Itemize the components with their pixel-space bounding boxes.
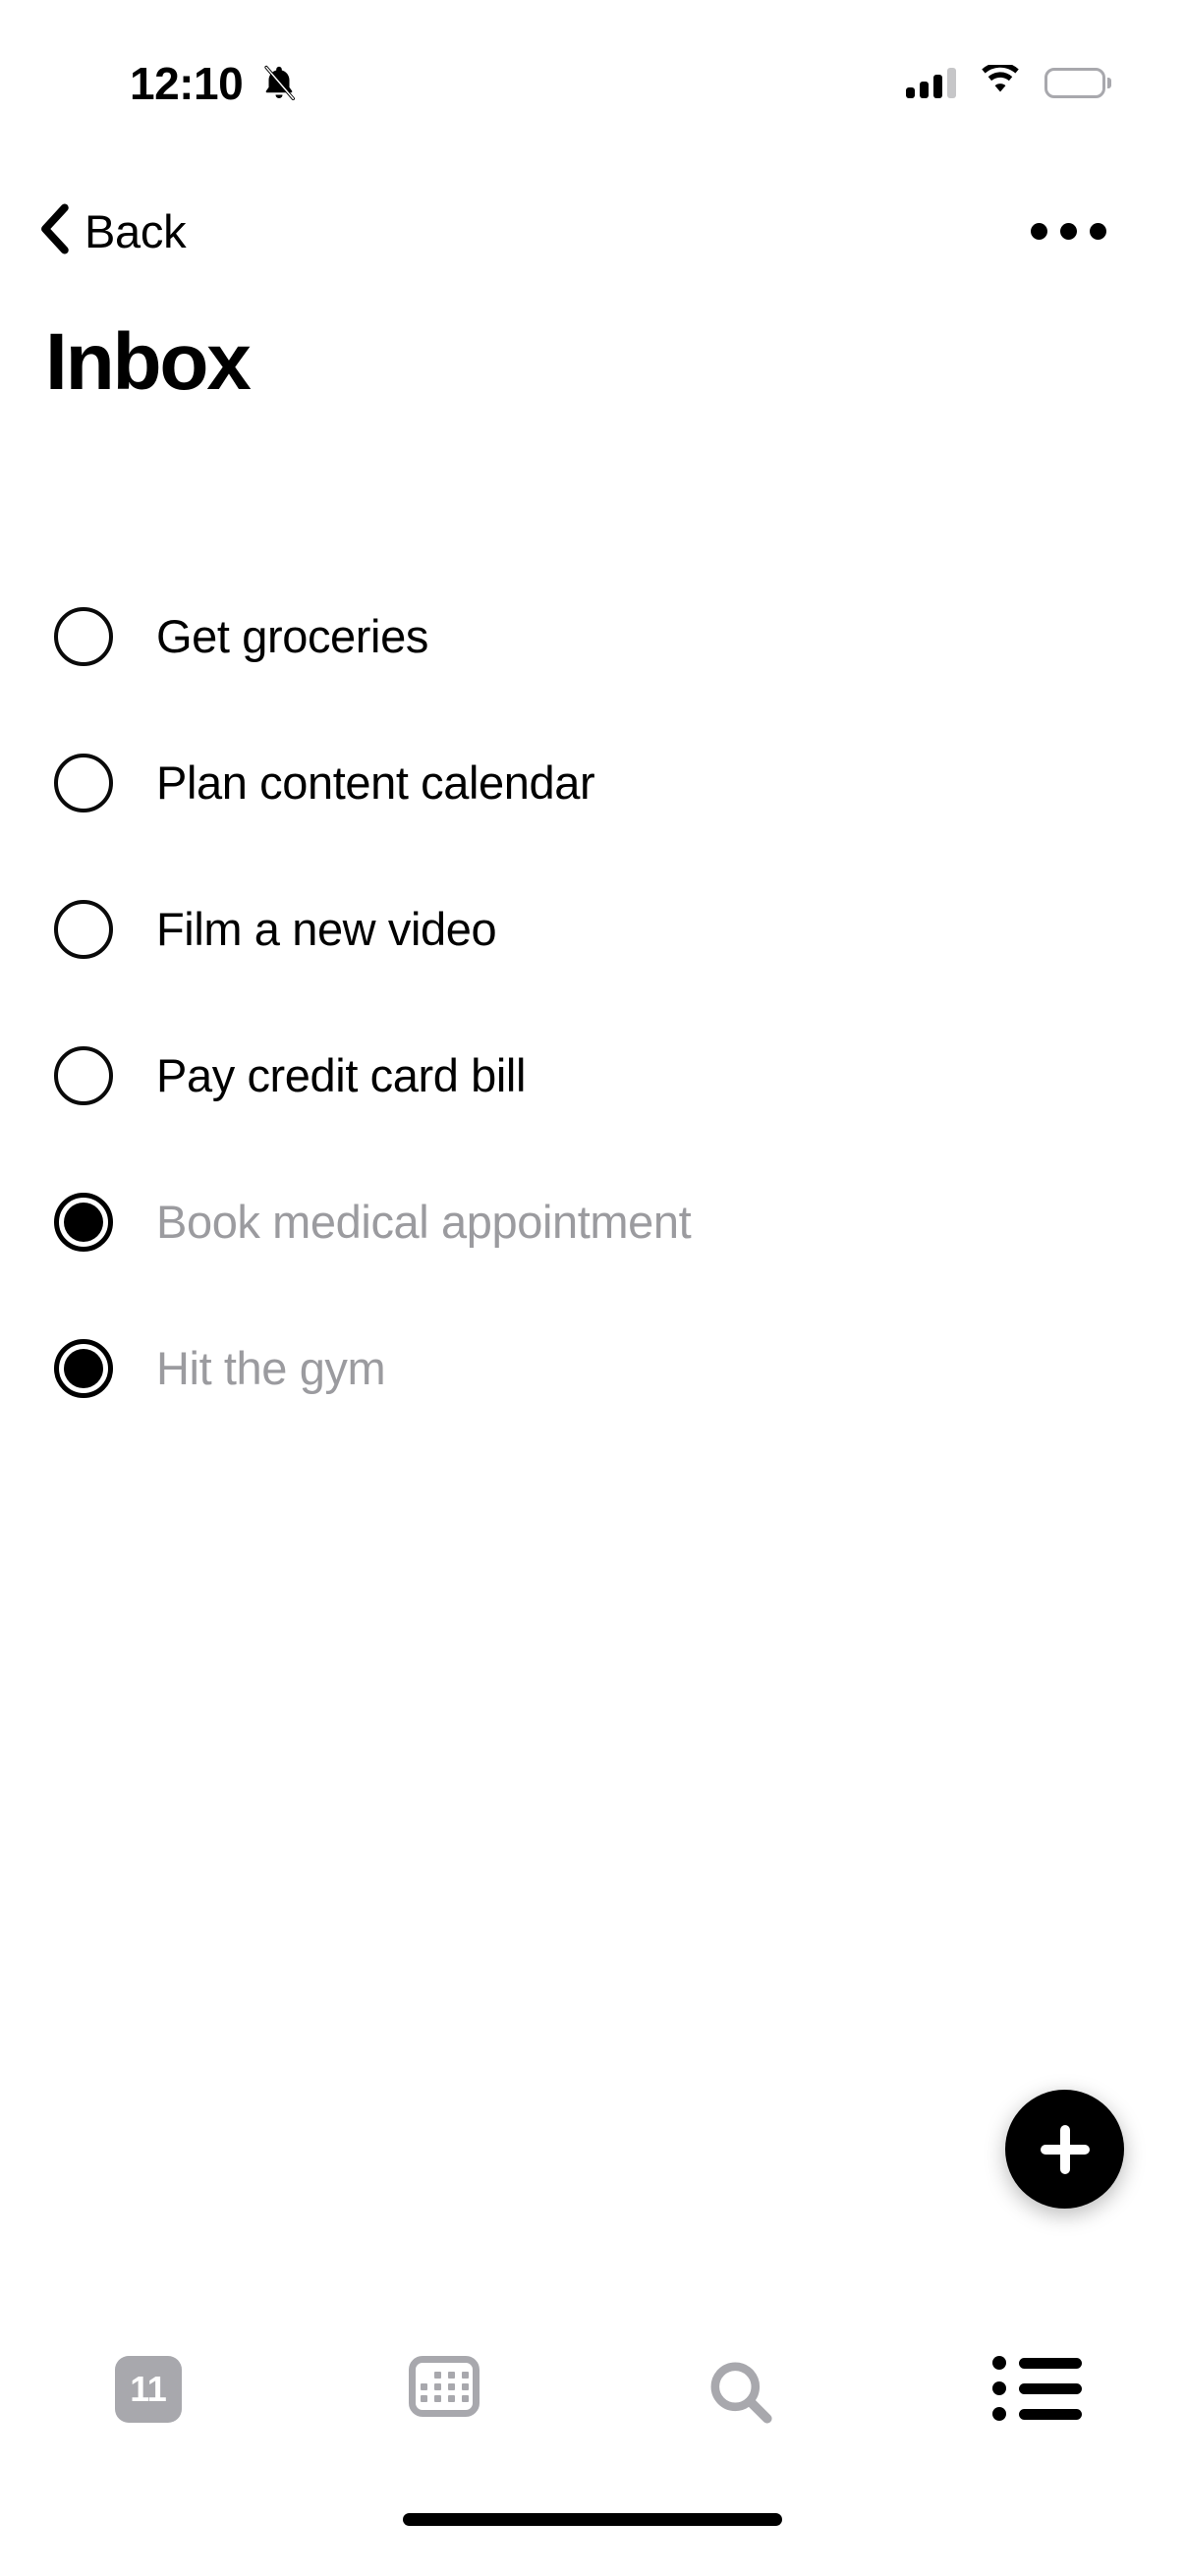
task-row[interactable]: Plan content calendar bbox=[0, 709, 1185, 856]
tab-today-date: 11 bbox=[130, 2369, 167, 2409]
task-checkbox[interactable] bbox=[54, 1338, 113, 1398]
add-task-button[interactable] bbox=[1005, 2090, 1124, 2209]
bell-slash-icon bbox=[258, 63, 300, 104]
status-bar-left: 12:10 bbox=[130, 61, 300, 106]
ellipsis-icon-dot bbox=[1060, 222, 1077, 240]
task-row[interactable]: Pay credit card bill bbox=[0, 1002, 1185, 1148]
cellular-signal-icon bbox=[906, 67, 956, 98]
task-label: Plan content calendar bbox=[156, 756, 595, 809]
chevron-left-icon bbox=[37, 202, 71, 260]
task-label: Film a new video bbox=[156, 903, 497, 955]
home-indicator bbox=[403, 2513, 782, 2526]
task-row[interactable]: Get groceries bbox=[0, 563, 1185, 709]
status-bar: 12:10 bbox=[0, 0, 1185, 147]
tab-lists[interactable] bbox=[889, 2348, 1185, 2421]
tab-calendar[interactable] bbox=[297, 2348, 593, 2417]
task-checkbox[interactable] bbox=[54, 606, 113, 666]
wifi-icon bbox=[980, 62, 1021, 101]
task-label: Hit the gym bbox=[156, 1342, 386, 1394]
calendar-grid-icon bbox=[409, 2356, 480, 2417]
ellipsis-icon-dot bbox=[1031, 222, 1047, 240]
task-label: Pay credit card bill bbox=[156, 1049, 526, 1101]
task-row[interactable]: Book medical appointment bbox=[0, 1148, 1185, 1295]
calendar-date-icon: 11 bbox=[114, 2356, 182, 2423]
tab-bar: 11 bbox=[0, 2348, 1185, 2476]
status-bar-clock: 12:10 bbox=[130, 58, 244, 109]
tab-search[interactable] bbox=[592, 2348, 889, 2434]
task-row[interactable]: Hit the gym bbox=[0, 1295, 1185, 1441]
task-list: Get groceries Plan content calendar Film… bbox=[0, 563, 1185, 1441]
task-label: Book medical appointment bbox=[156, 1196, 692, 1248]
task-row[interactable]: Film a new video bbox=[0, 856, 1185, 1002]
back-button-label: Back bbox=[85, 204, 187, 257]
task-checkbox[interactable] bbox=[54, 1192, 113, 1252]
ellipsis-icon-dot bbox=[1090, 222, 1106, 240]
battery-icon bbox=[1044, 68, 1111, 98]
page-title: Inbox bbox=[45, 317, 252, 407]
app-screen: 12:10 Back Inbox Get groceries Plan cont… bbox=[0, 0, 1185, 2576]
task-label: Get groceries bbox=[156, 610, 428, 662]
task-checkbox[interactable] bbox=[54, 1045, 113, 1105]
status-bar-right bbox=[906, 62, 1111, 101]
more-options-button[interactable] bbox=[1015, 182, 1122, 280]
back-button[interactable]: Back bbox=[24, 182, 199, 280]
list-icon bbox=[991, 2356, 1082, 2421]
task-checkbox[interactable] bbox=[54, 753, 113, 812]
search-icon bbox=[705, 2356, 777, 2434]
navigation-bar: Back bbox=[0, 182, 1185, 280]
tab-today[interactable]: 11 bbox=[0, 2348, 297, 2423]
task-checkbox[interactable] bbox=[54, 899, 113, 959]
